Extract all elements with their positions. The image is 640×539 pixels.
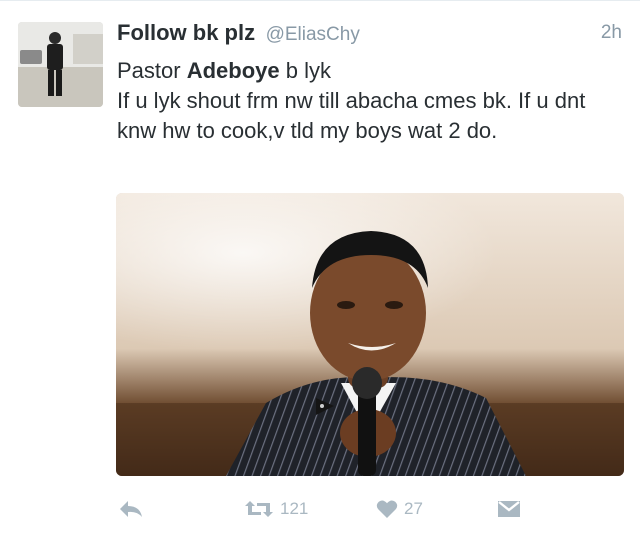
tweet-text-line-1: Pastor Adeboye b lyk bbox=[117, 56, 627, 86]
tweet-text: Pastor Adeboye b lyk If u lyk shout frm … bbox=[117, 56, 627, 146]
text-prefix: Pastor bbox=[117, 58, 187, 83]
retweet-icon bbox=[245, 501, 273, 517]
like-button[interactable]: 27 bbox=[376, 494, 423, 524]
tweet-photo[interactable] bbox=[116, 193, 624, 476]
avatar-image bbox=[18, 22, 103, 107]
divider bbox=[0, 0, 640, 1]
tweet-actions: 121 27 bbox=[116, 494, 626, 524]
reply-icon bbox=[120, 501, 142, 517]
direct-message-icon bbox=[498, 501, 520, 517]
avatar[interactable] bbox=[18, 22, 103, 107]
tweet-text-body: If u lyk shout frm nw till abacha cmes b… bbox=[117, 88, 586, 143]
heart-icon bbox=[376, 500, 398, 518]
photo-pastor-with-microphone bbox=[116, 193, 624, 476]
reply-button[interactable] bbox=[118, 494, 144, 524]
like-count: 27 bbox=[404, 499, 423, 518]
timestamp[interactable]: 2h bbox=[601, 22, 622, 44]
retweet-count: 121 bbox=[280, 499, 309, 518]
text-bold: Adeboye bbox=[186, 58, 280, 83]
direct-message-button[interactable] bbox=[497, 494, 521, 524]
user-handle[interactable]: @EliasChy bbox=[266, 24, 360, 45]
retweet-button[interactable]: 121 bbox=[244, 494, 308, 524]
text-suffix: b lyk bbox=[279, 58, 331, 83]
tweet-header: Follow bk plz @EliasChy 2h bbox=[117, 20, 622, 48]
tweet-card[interactable]: Follow bk plz @EliasChy 2h Pastor Adeboy… bbox=[0, 0, 640, 539]
display-name[interactable]: Follow bk plz bbox=[117, 20, 255, 45]
